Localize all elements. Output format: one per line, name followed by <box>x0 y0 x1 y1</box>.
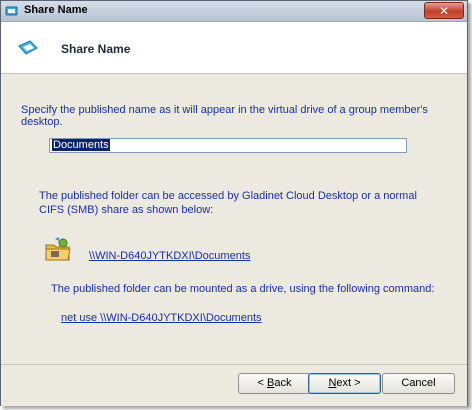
share-name-input[interactable]: Documents <box>49 138 407 153</box>
app-icon <box>5 6 18 16</box>
window-title: Share Name <box>24 4 88 16</box>
unc-path-link[interactable]: \\WIN-D640JYTKDXI\Documents <box>89 250 250 262</box>
mount-command-link[interactable]: net use \\WIN-D640JYTKDXI\Documents <box>61 312 262 324</box>
back-label-rest: ack <box>274 377 292 389</box>
wizard-header: Share Name <box>1 22 467 74</box>
dialog-window: Share Name ✕ Share Name Specify the publ… <box>0 0 468 406</box>
next-button[interactable]: Next > <box>308 373 381 394</box>
mount-description: The published folder can be mounted as a… <box>51 283 435 295</box>
back-prefix: < <box>257 377 267 389</box>
page-title: Share Name <box>61 42 131 56</box>
back-button[interactable]: < Back <box>238 373 311 394</box>
wizard-body: Specify the published name as it will ap… <box>1 74 467 364</box>
button-bar: < Back Next > Cancel <box>1 364 467 406</box>
share-wizard-icon <box>18 40 38 55</box>
share-name-value: Documents <box>52 139 110 151</box>
close-button[interactable]: ✕ <box>424 2 464 19</box>
shared-folder-icon <box>45 237 71 261</box>
instruction-text: Specify the published name as it will ap… <box>21 104 428 128</box>
title-bar[interactable]: Share Name ✕ <box>1 1 467 22</box>
cancel-button[interactable]: Cancel <box>382 373 455 394</box>
access-description: The published folder can be accessed by … <box>39 190 417 216</box>
next-label-rest: ext > <box>336 377 361 389</box>
